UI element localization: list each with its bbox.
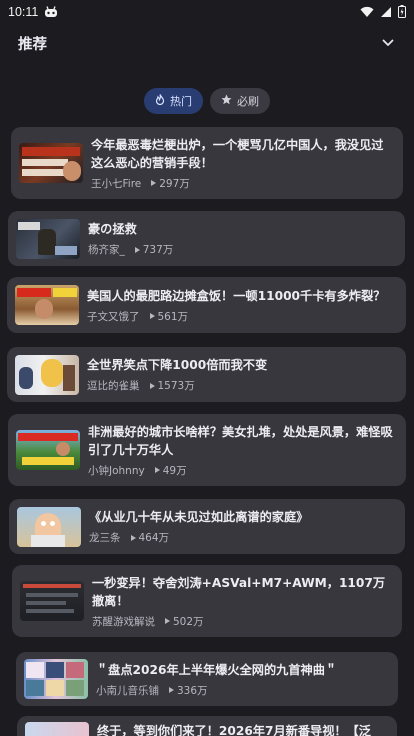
signal-icon	[380, 3, 392, 22]
play-count-icon	[134, 246, 140, 253]
video-thumbnail	[16, 218, 80, 259]
play-count-icon	[151, 180, 157, 186]
video-views: 502万	[173, 615, 204, 628]
play-count-icon	[149, 313, 155, 319]
chip-hot-label: 热门	[170, 95, 192, 108]
video-card[interactable]: 全世界笑点下降1000倍而我不变 逗比的雀巢 1573万	[7, 347, 406, 402]
video-author: 子文又饿了	[87, 310, 140, 323]
chip-must-watch[interactable]: 必刷	[210, 88, 270, 114]
wifi-icon	[360, 3, 374, 22]
flame-icon	[155, 94, 165, 108]
video-views: 336万	[177, 684, 208, 697]
status-bar: 10:11	[0, 0, 414, 24]
video-author: 小钟Johnny	[88, 464, 145, 477]
video-thumbnail	[15, 285, 79, 325]
video-views: 561万	[157, 310, 189, 323]
video-title: 今年最恶毒烂梗出炉，一个梗骂几亿中国人，我没见过这么恶心的营销手段！	[91, 137, 384, 170]
video-author: 龙三条	[89, 532, 121, 544]
video-card[interactable]: 豪の拯救 杨齐家_ 737万	[8, 211, 405, 266]
video-thumbnail	[20, 581, 84, 621]
video-views: 737万	[142, 244, 174, 256]
video-card[interactable]: 美国人的最肥路边摊盒饭！一顿11000千卡有多炸裂？ 子文又饿了 561万	[7, 277, 406, 333]
status-time: 10:11	[8, 5, 39, 19]
video-thumbnail	[24, 659, 88, 699]
chip-hot[interactable]: 热门	[144, 88, 203, 114]
video-author: 杨齐家_	[88, 244, 125, 256]
video-card[interactable]: 终于，等到你们来了！2026年7月新番导视！【泛	[17, 716, 397, 736]
video-title: ＂盘点2026年上半年爆火全网的九首神曲＂	[96, 662, 338, 677]
video-card[interactable]: 今年最恶毒烂梗出炉，一个梗骂几亿中国人，我没见过这么恶心的营销手段！ 王小七Fi…	[11, 127, 403, 199]
chip-must-watch-label: 必刷	[237, 95, 259, 108]
chevron-down-icon[interactable]	[380, 35, 396, 51]
video-author: 苏醒游戏解说	[92, 615, 155, 628]
video-author: 逗比的雀巢	[87, 380, 140, 392]
video-title: 终于，等到你们来了！2026年7月新番导视！【泛	[97, 724, 371, 736]
video-views: 49万	[162, 464, 187, 477]
video-card[interactable]: 《从业几十年从未见过如此离谱的家庭》 龙三条 464万	[9, 499, 405, 554]
play-count-icon	[149, 382, 155, 389]
video-thumbnail	[15, 354, 79, 395]
video-title: 《从业几十年从未见过如此离谱的家庭》	[89, 510, 309, 524]
page-title: 推荐	[18, 36, 47, 53]
video-title: 一秒变异！夺舍刘涛+ASVal+M7+AWM，1107万撤离！	[92, 575, 386, 608]
video-card[interactable]: 非洲最好的城市长啥样？美女扎堆，处处是风景，难怪吸引了几十万华人 小钟Johnn…	[8, 414, 406, 486]
video-card[interactable]: ＂盘点2026年上半年爆火全网的九首神曲＂ 小南儿音乐铺 336万	[16, 652, 398, 706]
video-title: 全世界笑点下降1000倍而我不变	[87, 358, 268, 372]
video-thumbnail	[19, 143, 83, 183]
video-author: 王小七Fire	[91, 177, 142, 190]
star-icon	[221, 94, 232, 108]
category-chips: 热门 必刷	[0, 88, 414, 114]
battery-icon	[398, 3, 406, 22]
video-thumbnail	[17, 506, 81, 547]
video-author: 小南儿音乐铺	[96, 684, 159, 697]
video-views: 1573万	[157, 380, 195, 392]
app-notification-icon	[44, 3, 58, 22]
play-count-icon	[169, 687, 174, 693]
top-bar: 推荐	[0, 28, 414, 58]
video-title: 美国人的最肥路边摊盒饭！一顿11000千卡有多炸裂？	[87, 288, 386, 303]
video-views: 464万	[138, 532, 170, 544]
video-title: 豪の拯救	[88, 222, 137, 236]
video-thumbnail	[16, 430, 80, 470]
video-thumbnail	[25, 722, 89, 736]
video-views: 297万	[159, 177, 190, 190]
video-card[interactable]: 一秒变异！夺舍刘涛+ASVal+M7+AWM，1107万撤离！ 苏醒游戏解说 5…	[12, 565, 402, 637]
play-count-icon	[130, 534, 136, 541]
video-title: 非洲最好的城市长啥样？美女扎堆，处处是风景，难怪吸引了几十万华人	[88, 424, 393, 457]
play-count-icon	[154, 467, 160, 473]
play-count-icon	[165, 618, 170, 624]
